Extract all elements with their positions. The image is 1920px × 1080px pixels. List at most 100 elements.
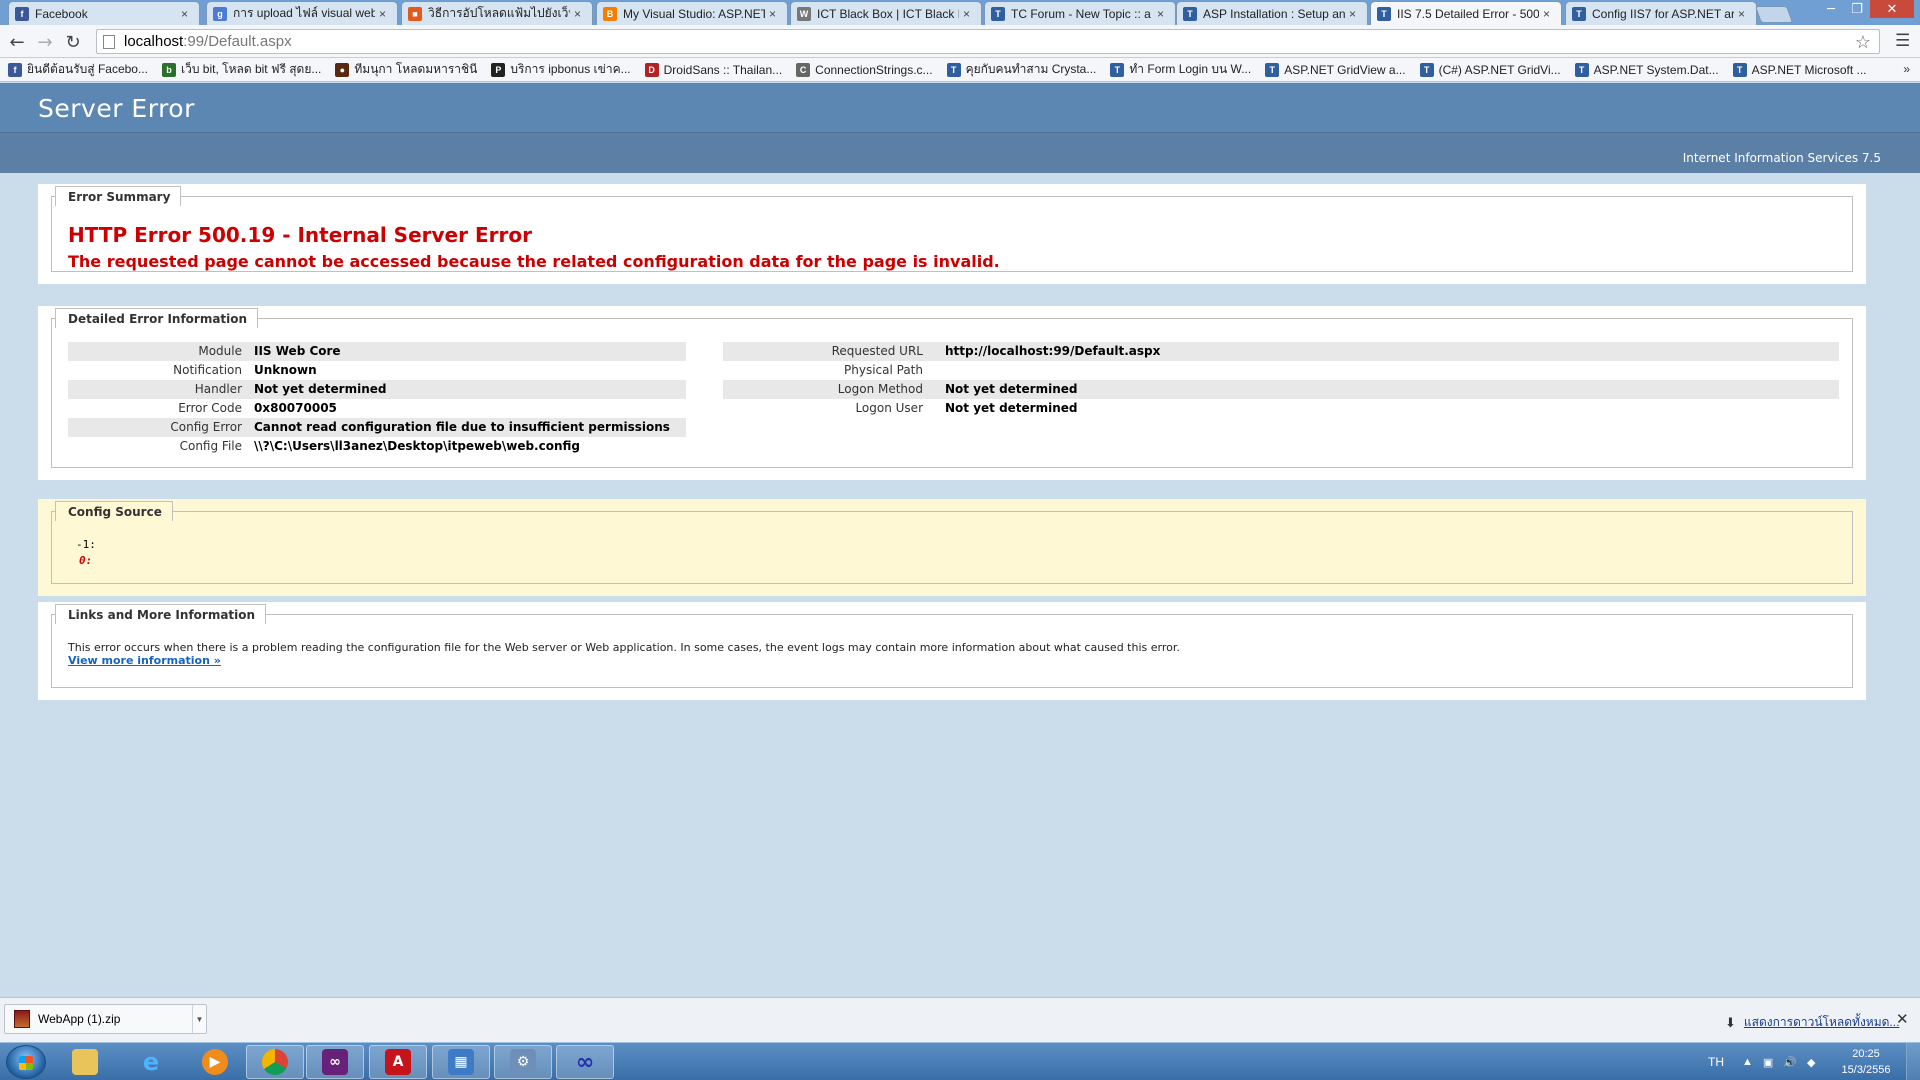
visual-studio-icon: ∞ [322, 1049, 348, 1075]
language-indicator[interactable]: TH [1708, 1055, 1724, 1069]
bookmark-item[interactable]: T คุยกับคนทำสาม Crysta... [946, 60, 1097, 79]
bookmark-label: คุยกับคนทำสาม Crysta... [965, 62, 1097, 76]
bookmark-item[interactable]: T (C#) ASP.NET GridVi... [1419, 62, 1561, 77]
bookmark-item[interactable]: b เว็บ bit, โหลด bit ฟรี สุดย... [161, 60, 322, 79]
minimize-icon[interactable]: ─ [1818, 0, 1844, 18]
detail-row: Config File \\?\C:\Users\ll3anez\Desktop\… [68, 437, 686, 456]
bookmark-label: ทำ Form Login บน W... [1129, 62, 1252, 76]
ie-taskbar-button[interactable]: e [122, 1045, 180, 1079]
start-button[interactable] [6, 1045, 46, 1079]
chrome-icon [262, 1049, 288, 1075]
tab-close-icon[interactable]: × [1157, 7, 1169, 21]
explorer-taskbar-button[interactable] [56, 1045, 114, 1079]
detail-row: Config Error Cannot read configuration fi… [68, 418, 686, 437]
links-fieldset: Links and More Information This error oc… [51, 604, 1853, 688]
tab-close-icon[interactable]: × [379, 7, 391, 21]
detail-key: Handler [194, 382, 242, 396]
tab-label: My Visual Studio: ASP.NET [623, 6, 765, 21]
detail-key: Error Code [178, 401, 242, 415]
drive-icon[interactable]: ◆ [1807, 1056, 1815, 1069]
browser-tab[interactable]: T TC Forum - New Topic :: a × [984, 1, 1176, 25]
detail-table-left: Module IIS Web Core Notification Unknown Han… [68, 342, 686, 456]
browser-tab[interactable]: B My Visual Studio: ASP.NET × [596, 1, 788, 25]
tab-close-icon[interactable]: × [181, 7, 193, 21]
acrobat-taskbar-button[interactable]: A [369, 1045, 427, 1079]
bookmark-favicon-icon: T [1574, 62, 1589, 77]
download-item[interactable]: WebApp (1).zip ▼ [4, 1004, 207, 1034]
browser-tab[interactable]: ■ วิธีการอัปโหลดแฟ้มไปยังเว็บ × [401, 1, 593, 25]
chrome-taskbar-button[interactable] [246, 1045, 304, 1079]
show-desktop-button[interactable] [1906, 1043, 1920, 1080]
tab-label: การ upload ไฟล์ visual web [233, 6, 375, 20]
bookmark-favicon-icon: T [946, 62, 961, 77]
back-icon[interactable]: ← [6, 31, 28, 53]
zip-file-icon [14, 1010, 30, 1028]
browser-tab[interactable]: T Config IIS7 for ASP.NET ar × [1565, 1, 1757, 25]
bookmark-label: ASP.NET System.Dat... [1593, 62, 1719, 77]
bookmark-item[interactable]: T ASP.NET GridView a... [1265, 62, 1406, 77]
bookmark-item[interactable]: T ทำ Form Login บน W... [1110, 60, 1251, 79]
clock-time: 20:25 [1852, 1048, 1880, 1060]
server-info-bar: Internet Information Services 7.5 [0, 132, 1920, 173]
control-panel-taskbar-button[interactable]: ▦ [432, 1045, 490, 1079]
reload-icon[interactable]: ↻ [62, 31, 84, 53]
show-all-downloads[interactable]: ⬇ แสดงการดาวน์โหลดทั้งหมด... [1725, 1013, 1899, 1032]
new-tab-button[interactable] [1754, 6, 1794, 23]
detail-key: Config File [179, 439, 242, 453]
bookmark-label: ASP.NET Microsoft ... [1751, 62, 1867, 77]
bookmark-item[interactable]: T ASP.NET System.Dat... [1574, 62, 1719, 77]
server-name: Internet Information Services 7.5 [1682, 151, 1881, 165]
iis-manager-taskbar-button[interactable]: ⚙ [494, 1045, 552, 1079]
volume-icon[interactable]: 🔊 [1783, 1056, 1797, 1069]
view-more-information-link[interactable]: View more information » [68, 654, 221, 667]
bookmark-favicon-icon: T [1732, 62, 1747, 77]
download-menu-arrow-icon[interactable]: ▼ [192, 1005, 206, 1033]
address-bar[interactable]: localhost:99/Default.aspx ☆ [96, 29, 1880, 54]
bookmark-label: เว็บ bit, โหลด bit ฟรี สุดย... [180, 62, 322, 76]
config-source-error-line: 0: [79, 554, 93, 567]
app-taskbar-button[interactable]: ∞ [556, 1045, 614, 1079]
browser-tab[interactable]: W ICT Black Box | ICT Black B × [790, 1, 982, 25]
bookmark-item[interactable]: f ยินดีต้อนรับสู่ Facebo... [8, 60, 148, 79]
chrome-menu-icon[interactable]: ☰ [1895, 31, 1910, 51]
visual-studio-taskbar-button[interactable]: ∞ [306, 1045, 364, 1079]
page-content: Server Error Internet Information Servic… [0, 83, 1920, 997]
bookmark-item[interactable]: C ConnectionStrings.c... [796, 62, 933, 77]
tray-expand-icon[interactable]: ▲ [1742, 1056, 1753, 1068]
browser-tab[interactable]: g การ upload ไฟล์ visual web × [206, 1, 398, 25]
bookmark-label: (C#) ASP.NET GridVi... [1438, 62, 1561, 77]
bookmarks-overflow-button[interactable]: » [1903, 62, 1910, 76]
detail-row: Requested URL http://localhost:99/Default… [723, 342, 1839, 361]
forward-icon[interactable]: → [34, 31, 56, 53]
tab-close-icon[interactable]: × [574, 7, 586, 21]
show-all-downloads-link[interactable]: แสดงการดาวน์โหลดทั้งหมด... [1744, 1013, 1900, 1032]
bookmark-item[interactable]: P บริการ ipbonus เข่าค... [491, 60, 631, 79]
tab-close-icon[interactable]: × [769, 7, 781, 21]
browser-tab[interactable]: T IIS 7.5 Detailed Error - 500. × [1370, 1, 1562, 25]
detail-value: IIS Web Core [254, 344, 341, 358]
close-window-icon[interactable]: ✕ [1870, 0, 1914, 18]
page-icon: T [1377, 6, 1391, 21]
bookmark-label: บริการ ipbonus เข่าค... [510, 62, 631, 76]
bookmark-star-icon[interactable]: ☆ [1855, 32, 1871, 53]
tab-close-icon[interactable]: × [1349, 7, 1361, 21]
restore-icon[interactable]: ❐ [1844, 0, 1870, 18]
bookmark-favicon-icon: T [1419, 62, 1434, 77]
browser-tab[interactable]: T ASP Installation : Setup an × [1176, 1, 1368, 25]
bookmark-item[interactable]: D DroidSans :: Thailan... [644, 62, 782, 77]
browser-tab[interactable]: f Facebook × [8, 1, 200, 25]
tab-close-icon[interactable]: × [1543, 7, 1555, 21]
system-clock[interactable]: 20:25 15/3/2556 [1836, 1046, 1896, 1078]
network-icon[interactable]: ▣ [1763, 1056, 1773, 1069]
media-player-taskbar-button[interactable]: ▶ [186, 1045, 244, 1079]
bookmark-item[interactable]: T ASP.NET Microsoft ... [1732, 62, 1867, 77]
detail-value: 0x80070005 [254, 401, 337, 415]
bookmark-item[interactable]: ● ทีมนุกา โหลดมหาราชินี [335, 60, 477, 79]
close-shelf-icon[interactable]: ✕ [1896, 1010, 1909, 1028]
download-filename: WebApp (1).zip [38, 1012, 121, 1026]
tab-close-icon[interactable]: × [1738, 7, 1750, 21]
tab-close-icon[interactable]: × [963, 7, 975, 21]
microsoft-icon: ■ [408, 6, 422, 21]
detail-key: Notification [173, 363, 242, 377]
google-icon: g [213, 6, 227, 21]
